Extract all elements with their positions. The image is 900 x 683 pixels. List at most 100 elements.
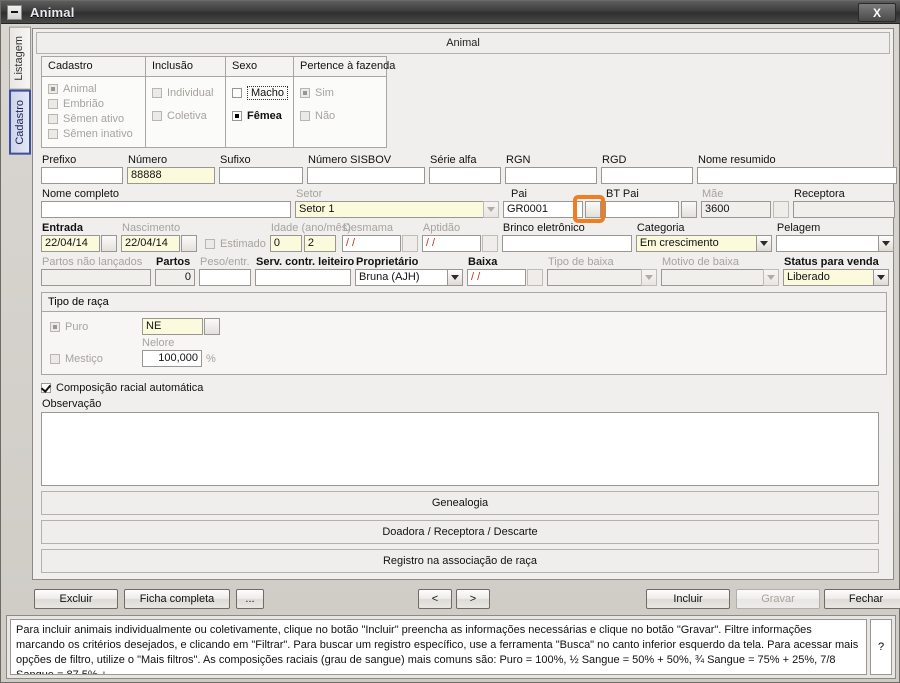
aptidao-calendar-button[interactable]	[481, 235, 498, 252]
tab-cadastro[interactable]: Cadastro	[9, 89, 31, 155]
peso-entr-input[interactable]	[199, 269, 251, 286]
pai-lookup-button[interactable]	[585, 201, 601, 218]
entrada-calendar-button[interactable]	[101, 235, 117, 252]
proprietario-label: Proprietário	[356, 256, 419, 268]
status-para-venda-chevron-down-icon[interactable]	[873, 269, 889, 286]
radio-semen-ativo-label: Sêmen ativo	[63, 113, 125, 125]
categoria-combo[interactable]: Em crescimento	[635, 235, 772, 252]
group-inclusao: Inclusão Individual Coletiva	[146, 57, 226, 147]
desmama-label: Desmama	[342, 222, 393, 234]
status-para-venda-label: Status para venda	[784, 256, 879, 268]
bt-pai-input[interactable]	[605, 201, 679, 218]
status-para-venda-input[interactable]: Liberado	[783, 269, 873, 286]
next-record-button[interactable]: >	[456, 589, 490, 609]
receptora-label: Receptora	[794, 188, 845, 200]
baixa-input[interactable]: / /	[467, 269, 526, 286]
nome-completo-input[interactable]	[41, 201, 291, 218]
observation-textarea[interactable]	[41, 412, 879, 486]
section-genealogia[interactable]: Genealogia	[41, 491, 879, 515]
radio-femea[interactable]: Fêmea	[232, 109, 287, 123]
motivo-de-baixa-input[interactable]	[661, 269, 763, 286]
observation-field: Observação	[41, 398, 887, 486]
checkbox-individual[interactable]: Individual	[152, 86, 219, 100]
partos-nao-lancados-input[interactable]	[41, 269, 151, 286]
numero-input[interactable]: 88888	[127, 167, 215, 184]
radio-semen-ativo[interactable]: Sêmen ativo	[48, 112, 139, 126]
tab-listagem[interactable]: Listagem	[9, 27, 31, 90]
idade-anos-input[interactable]: 0	[269, 235, 302, 252]
rgd-label: RGD	[602, 154, 627, 166]
desmama-calendar-button[interactable]	[401, 235, 418, 252]
baixa-calendar-button[interactable]	[527, 269, 543, 286]
motivo-de-baixa-chevron-down-icon[interactable]	[763, 269, 779, 286]
checkbox-coletiva[interactable]: Coletiva	[152, 109, 219, 123]
minimize-icon[interactable]	[7, 4, 22, 20]
radio-macho[interactable]: Macho	[232, 86, 289, 100]
proprietario-combo[interactable]: Bruna (AJH)	[355, 269, 463, 286]
pelagem-chevron-down-icon[interactable]	[877, 235, 894, 252]
breed-code-input[interactable]: NE	[142, 318, 203, 335]
numero-sisbov-input[interactable]	[307, 167, 425, 184]
more-options-button[interactable]: ...	[236, 589, 264, 609]
idade-meses-input[interactable]: 2	[303, 235, 336, 252]
tipo-de-baixa-chevron-down-icon[interactable]	[641, 269, 657, 286]
setor-chevron-down-icon[interactable]	[483, 201, 499, 218]
brinco-eletronico-input[interactable]	[501, 235, 632, 252]
checkbox-estimado[interactable]: Estimado	[205, 235, 266, 252]
prefixo-input[interactable]	[41, 167, 123, 184]
aptidao-input[interactable]: / /	[421, 235, 481, 252]
checkbox-composicao-racial-automatica[interactable]: Composição racial automática	[41, 381, 887, 395]
partos-input[interactable]: 0	[155, 269, 195, 286]
form-content: Cadastro Animal Embrião Sêmen ativo Sême…	[41, 56, 897, 573]
desmama-input[interactable]: / /	[341, 235, 401, 252]
radio-embriao-label: Embrião	[63, 98, 104, 110]
setor-combo[interactable]: Setor 1	[295, 201, 499, 218]
nascimento-input[interactable]: 22/04/14	[121, 235, 180, 252]
tipo-de-baixa-combo[interactable]	[547, 269, 657, 286]
radio-puro[interactable]: Puro	[50, 321, 142, 333]
bt-pai-lookup-button[interactable]	[681, 201, 697, 218]
fechar-button[interactable]: Fechar	[824, 589, 900, 609]
section-doadora-receptora-descarte[interactable]: Doadora / Receptora / Descarte	[41, 520, 879, 544]
nome-resumido-input[interactable]	[697, 167, 897, 184]
rgd-input[interactable]	[601, 167, 693, 184]
radio-femea-icon	[232, 111, 242, 121]
incluir-button[interactable]: Incluir	[646, 589, 730, 609]
sufixo-input[interactable]	[219, 167, 303, 184]
categoria-input[interactable]: Em crescimento	[635, 235, 756, 252]
motivo-de-baixa-combo[interactable]	[661, 269, 779, 286]
breed-lookup-button[interactable]	[204, 318, 220, 335]
radio-animal[interactable]: Animal	[48, 82, 139, 96]
pai-input[interactable]: GR0001	[503, 201, 583, 218]
radio-embriao[interactable]: Embrião	[48, 97, 139, 111]
entrada-input[interactable]: 22/04/14	[41, 235, 100, 252]
setor-input[interactable]: Setor 1	[295, 201, 483, 218]
proprietario-chevron-down-icon[interactable]	[447, 269, 463, 286]
serie-alfa-input[interactable]	[429, 167, 501, 184]
race-percent-input[interactable]: 100,000	[142, 350, 202, 367]
receptora-input[interactable]	[793, 201, 895, 218]
help-question-button[interactable]: ?	[870, 619, 892, 675]
radio-semen-inativo[interactable]: Sêmen inativo	[48, 127, 139, 141]
radio-nao[interactable]: Não	[300, 109, 380, 123]
radio-mestico[interactable]: Mestiço	[50, 353, 142, 365]
pelagem-combo[interactable]	[775, 235, 894, 252]
section-registro-associacao-raca[interactable]: Registro na associação de raça	[41, 549, 879, 573]
excluir-button[interactable]: Excluir	[34, 589, 118, 609]
pelagem-input[interactable]	[775, 235, 878, 252]
previous-record-button[interactable]: <	[418, 589, 452, 609]
ficha-completa-button[interactable]: Ficha completa	[124, 589, 230, 609]
race-percent-sign: %	[206, 352, 216, 365]
mae-input[interactable]: 3600	[701, 201, 771, 218]
categoria-chevron-down-icon[interactable]	[755, 235, 772, 252]
proprietario-input[interactable]: Bruna (AJH)	[355, 269, 447, 286]
nascimento-calendar-button[interactable]	[181, 235, 197, 252]
rgn-input[interactable]	[505, 167, 597, 184]
gravar-button: Gravar	[736, 589, 820, 609]
tipo-de-baixa-input[interactable]	[547, 269, 641, 286]
radio-sim[interactable]: Sim	[300, 86, 380, 100]
serv-contr-leiteiro-input[interactable]	[255, 269, 351, 286]
close-button[interactable]: X	[858, 3, 896, 22]
status-para-venda-combo[interactable]: Liberado	[783, 269, 889, 286]
mae-lookup-button[interactable]	[773, 201, 789, 218]
